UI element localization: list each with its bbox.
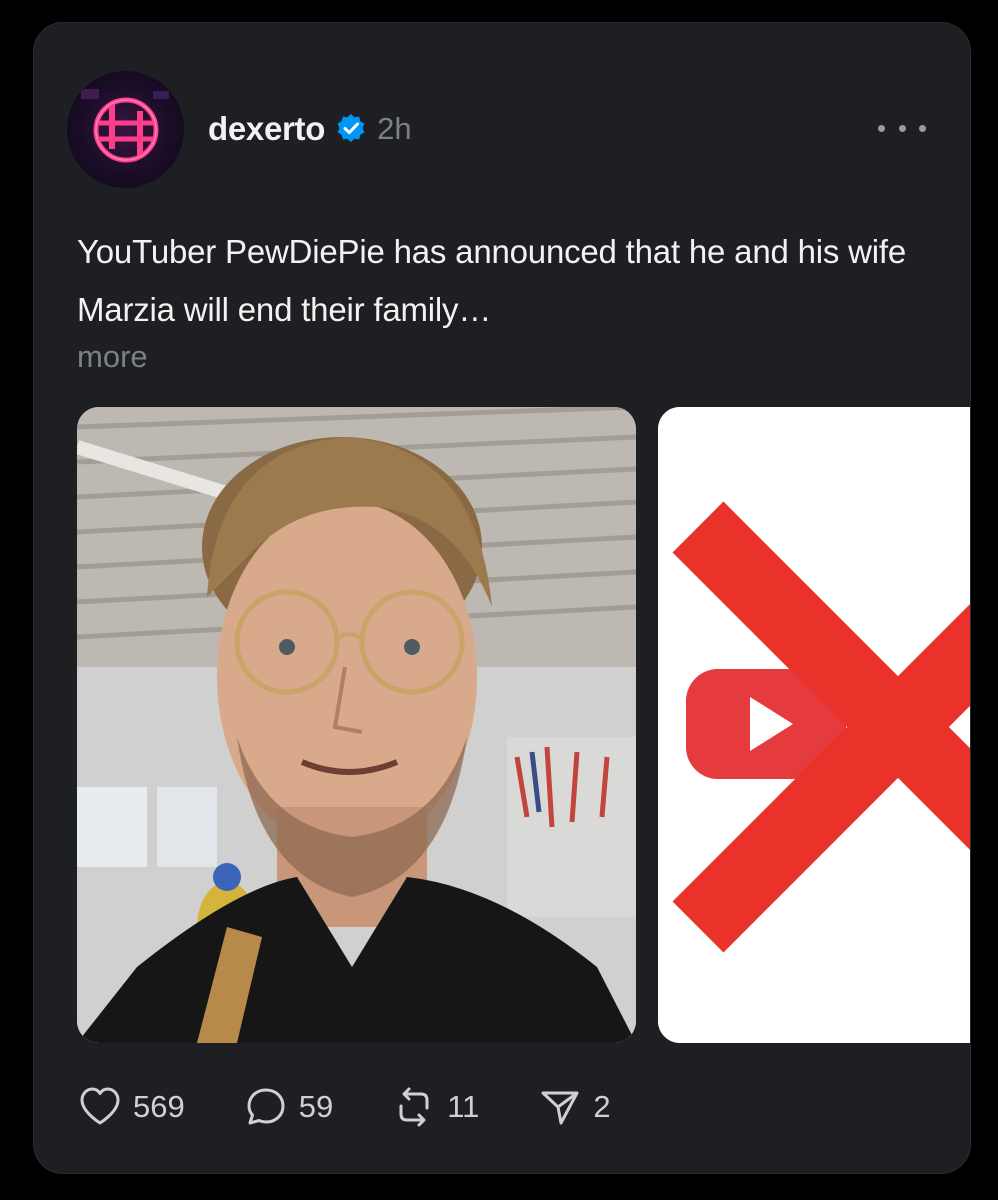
dot-icon <box>898 124 906 132</box>
repost-icon <box>399 1087 429 1127</box>
dexerto-logo-icon <box>67 71 184 188</box>
repost-button[interactable]: 11 <box>391 1084 479 1130</box>
post-image-2[interactable] <box>658 407 970 1043</box>
heart-icon <box>80 1087 120 1125</box>
verified-badge-icon <box>335 113 367 145</box>
share-count: 2 <box>593 1089 611 1124</box>
like-button[interactable]: 569 <box>77 1084 185 1130</box>
post-header: dexerto 2h <box>208 105 412 153</box>
username[interactable]: dexerto <box>208 110 325 148</box>
reply-button[interactable]: 59 <box>243 1084 333 1130</box>
action-bar: 569 59 11 2 <box>77 1085 611 1129</box>
post-card[interactable]: dexerto 2h YouTuber PewDiePie has announ… <box>33 22 971 1174</box>
post-timestamp: 2h <box>377 111 412 146</box>
repost-count: 11 <box>447 1089 480 1124</box>
post-image-1[interactable] <box>77 407 636 1043</box>
send-icon <box>541 1091 579 1125</box>
avatar[interactable] <box>67 71 184 188</box>
dot-icon <box>919 124 926 132</box>
comment-icon <box>247 1088 285 1125</box>
like-count: 569 <box>133 1089 185 1124</box>
more-options-button[interactable] <box>878 119 926 137</box>
reply-count: 59 <box>298 1089 334 1124</box>
share-button[interactable]: 2 <box>537 1084 611 1130</box>
youtube-logo-crossed-out-icon <box>658 407 970 1043</box>
person-selfie-photo-icon <box>77 407 636 1043</box>
more-link[interactable]: more <box>77 333 148 381</box>
dot-icon <box>878 124 885 132</box>
post-text: YouTuber PewDiePie has announced that he… <box>77 233 907 328</box>
